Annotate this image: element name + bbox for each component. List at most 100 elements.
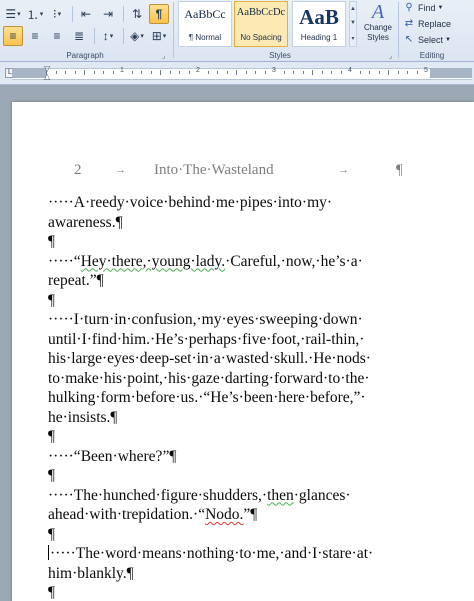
align-right-button[interactable]: ≡ [47,26,67,46]
style-normal[interactable]: AaBbCc ¶ Normal [178,1,232,47]
paragraph-dialog-launcher-icon[interactable]: ⌟ [162,52,165,60]
text-line[interactable]: ·····The·word·means·nothing·to·me,·and·I… [48,544,428,564]
proofing-underline[interactable]: Hey·there,·young·lady. [81,253,225,270]
find-icon: ⚲ [405,2,413,13]
dropdown-arrow-icon: ▾ [39,11,44,18]
text-line[interactable]: hulking·form·before·us.·“He’s·been·here·… [48,388,428,408]
dropdown-arrow-icon: ▾ [57,11,62,18]
sort-icon: ⇅ [131,7,143,21]
toolbar-separator [94,28,95,44]
styles-gallery-scroll[interactable]: ▲ ▼ ▾ [349,1,357,47]
ruler-tick [207,71,209,74]
text-line-content: ahead·with·trepidation.·“Nodo.”¶ [48,506,258,523]
ruler-tick [160,70,161,75]
change-styles-button[interactable]: A Change Styles [360,1,396,49]
ruler-tick [150,71,152,74]
proofing-underline[interactable]: then [267,487,294,504]
justify-button[interactable]: ≣ [69,26,89,46]
text-line[interactable]: ·····“Been·where?”¶ [48,447,428,467]
numbering-button[interactable]: ⒈ ▾ [25,4,45,24]
text-line[interactable]: ¶ [48,583,428,601]
text-line-content: ·····“Hey·there,·young·lady.·Careful,·no… [48,252,363,270]
paragraph-row-2: ≡ ≡ ≡ ≣ ↕ ▾ ◈ ▾ ⊞ ▾ [3,25,171,47]
text-line[interactable]: ·····The·hunched·figure·shudders,·then·g… [48,486,428,506]
select-button[interactable]: ↖ Select ▼ [403,34,451,45]
dropdown-arrow-icon: ▾ [17,11,21,18]
text-line-content: ¶ [48,233,56,250]
shading-button[interactable]: ◈ ▾ [127,26,147,46]
decrease-indent-button[interactable]: ⇤ [76,4,96,24]
replace-button[interactable]: ⇄ Replace [403,18,451,29]
ruler-tick [407,71,408,74]
text-line[interactable]: ¶ [48,291,428,311]
indent-marker-icon[interactable]: ▽ △ [44,65,50,81]
text-line[interactable]: his·large·eyes·deep-set·in·a·wasted·skul… [48,349,428,369]
text-line[interactable]: he·insists.¶ [48,408,428,428]
text-line[interactable]: repeat.”¶ [48,271,428,291]
ruler-tick [302,71,304,74]
find-label: Find [418,2,436,13]
ruler-tick [416,71,418,74]
gallery-more-icon[interactable]: ▾ [351,35,354,42]
text-line-content: his·large·eyes·deep-set·in·a·wasted·skul… [48,350,371,367]
text-line-content: ¶ [48,291,56,309]
text-line[interactable]: ·····A·reedy·voice·behind·me·pipes·into·… [48,193,428,213]
find-button[interactable]: ⚲ Find ▼ [403,2,443,13]
show-hide-pilcrow-button[interactable]: ¶ [149,4,169,24]
text-line[interactable]: ahead·with·trepidation.·“Nodo.”¶ [48,505,428,525]
bullets-button[interactable]: ☰ ▾ [3,4,23,24]
text-line[interactable]: ·····“Hey·there,·young·lady.·Careful,·no… [48,252,428,272]
find-dropdown-icon: ▼ [437,4,444,11]
ruler-number: 5 [424,67,428,74]
scroll-up-icon[interactable]: ▲ [350,6,356,12]
ruler-tick [264,71,266,74]
text-line[interactable]: until·I·find·him.·He’s·perhaps·five·foot… [48,330,428,350]
text-line[interactable]: ¶ [48,232,428,252]
document-body[interactable]: ·····A·reedy·voice·behind·me·pipes·into·… [48,193,428,601]
text-line[interactable]: him·blankly.¶ [48,564,428,584]
ruler-tick [340,71,342,74]
style-heading-1[interactable]: AaB Heading 1 [292,1,346,47]
ruler-number: 4 [348,67,352,74]
ruler-tick [188,71,190,74]
sort-button[interactable]: ⇅ [127,4,147,24]
group-divider [398,2,399,58]
multilevel-list-icon: ⁝ [52,7,57,21]
numbering-icon: ⒈ [26,7,39,22]
line-spacing-button[interactable]: ↕ ▾ [98,26,118,46]
group-divider [173,2,174,58]
select-label: Select [418,34,444,45]
ruler-tick [359,71,361,74]
align-center-button[interactable]: ≡ [25,26,45,46]
toolbar-separator [123,6,124,22]
style-no-spacing[interactable]: AaBbCcDc No Spacing [234,1,288,47]
page-header[interactable]: 2 → Into·The·Wasteland → ¶ [12,162,474,180]
scroll-down-icon[interactable]: ▼ [350,20,356,26]
proofing-underline[interactable]: Nodo. [205,506,243,523]
multilevel-list-button[interactable]: ⁝ ▾ [47,4,67,24]
text-line[interactable]: ¶ [48,525,428,545]
text-line[interactable]: ·····I·turn·in·confusion,·my·eyes·sweepi… [48,310,428,330]
increase-indent-button[interactable]: ⇥ [98,4,118,24]
styles-dialog-launcher-icon[interactable]: ⌟ [389,52,392,60]
ruler-right-margin [430,68,472,78]
text-line[interactable]: ¶ [48,427,428,447]
text-line[interactable]: awareness.¶ [48,213,428,233]
line-spacing-icon: ↕ [102,29,109,43]
style-no-spacing-label: No Spacing [240,33,282,42]
text-line[interactable]: ¶ [48,466,428,486]
document-page[interactable]: 2 → Into·The·Wasteland → ¶ ·····A·reedy·… [12,102,474,601]
borders-button[interactable]: ⊞ ▾ [149,26,169,46]
text-line-content: awareness.¶ [48,213,123,231]
header-pilcrow: ¶ [396,162,403,178]
header-tab-arrow: → [338,164,349,176]
align-left-button[interactable]: ≡ [3,26,23,46]
text-line[interactable]: to·make·his·point,·his·gaze·darting·forw… [48,369,428,389]
select-dropdown-icon: ▼ [445,36,451,43]
style-heading-1-sample: AaB [299,7,339,27]
paragraph-group-label: Paragraph [66,51,104,60]
ruler-tick [65,71,66,74]
dropdown-arrow-icon: ▾ [140,33,144,40]
bullets-icon: ☰ [5,7,17,21]
horizontal-ruler[interactable]: L ▽ △ 12345 [0,62,474,85]
